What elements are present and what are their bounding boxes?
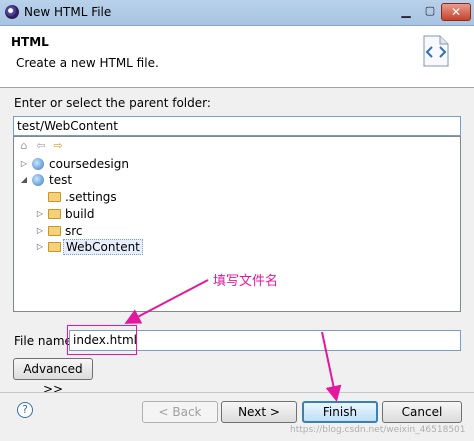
- wizard-banner: HTML Create a new HTML file.: [0, 26, 474, 88]
- separator: [0, 392, 474, 393]
- parent-folder-input[interactable]: test/WebContent: [13, 116, 461, 136]
- expand-icon[interactable]: ▷: [35, 239, 45, 255]
- wizard-description: Create a new HTML file.: [16, 56, 159, 70]
- project-icon: [32, 158, 44, 170]
- window-title: New HTML File: [24, 5, 112, 19]
- back-button[interactable]: < Back: [142, 401, 218, 423]
- annotation-text: 填写文件名: [213, 274, 279, 289]
- eclipse-icon: [5, 5, 19, 19]
- annotation-highlight-box: [67, 325, 137, 355]
- finish-button[interactable]: Finish: [302, 401, 378, 423]
- expand-icon[interactable]: ▷: [19, 156, 29, 172]
- title-bar: New HTML File ▁ ▢ ✕: [0, 0, 474, 26]
- folder-icon: [48, 209, 61, 219]
- cancel-button[interactable]: Cancel: [382, 401, 462, 423]
- close-button[interactable]: ✕: [441, 3, 471, 21]
- folder-icon: [48, 242, 61, 252]
- expand-icon[interactable]: ▷: [35, 206, 45, 222]
- tree-item-label: coursedesign: [49, 157, 129, 171]
- collapse-icon[interactable]: ◢: [19, 172, 29, 188]
- tree-item-label: build: [65, 207, 95, 221]
- project-icon: [32, 174, 44, 186]
- minimize-button[interactable]: ▁: [396, 3, 416, 21]
- back-arrow-icon[interactable]: ⇦: [34, 139, 48, 153]
- folder-icon: [48, 226, 61, 236]
- next-button[interactable]: Next >: [221, 401, 297, 423]
- forward-arrow-icon[interactable]: ⇨: [51, 139, 65, 153]
- watermark: https://blog.csdn.net/weixin_46518501: [290, 425, 466, 435]
- home-icon[interactable]: ⌂: [17, 139, 31, 153]
- tree-item-label: src: [65, 224, 83, 238]
- maximize-button[interactable]: ▢: [420, 3, 440, 21]
- tree-item-label: .settings: [65, 190, 117, 204]
- html-file-icon: [423, 35, 449, 67]
- help-icon[interactable]: ?: [17, 402, 33, 418]
- parent-folder-label: Enter or select the parent folder:: [14, 96, 211, 110]
- advanced-button[interactable]: Advanced >>: [13, 358, 93, 396]
- tree-item-label: test: [49, 173, 73, 187]
- wizard-title: HTML: [11, 35, 49, 49]
- tree-item-label: WebContent: [63, 239, 143, 255]
- expand-icon[interactable]: ▷: [35, 223, 45, 239]
- folder-open-icon: [48, 192, 61, 202]
